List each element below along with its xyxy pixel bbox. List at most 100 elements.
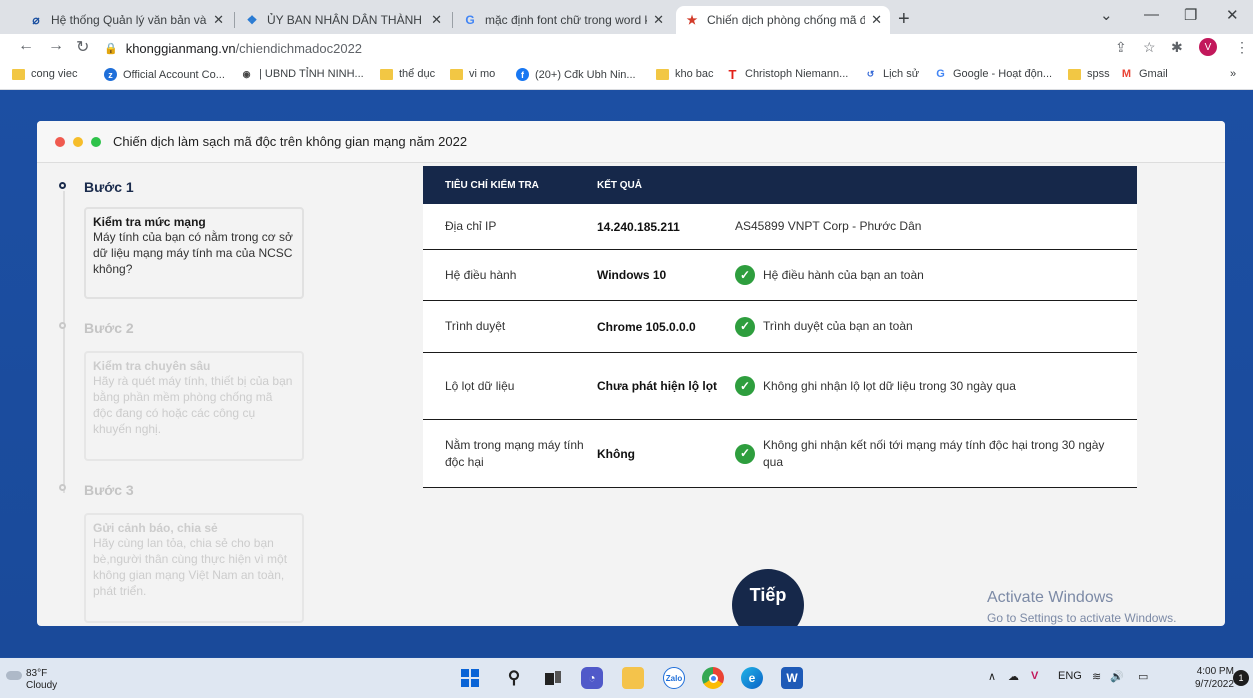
close-icon[interactable]: ✕: [871, 12, 882, 28]
bookmark-item[interactable]: G Google - Hoạt độn...: [934, 68, 1052, 80]
step-1-marker-icon: [59, 182, 66, 189]
new-tab-button[interactable]: +: [898, 8, 910, 31]
edge-icon[interactable]: e: [741, 667, 763, 689]
bookmark-star-icon[interactable]: ☆: [1143, 39, 1156, 56]
bookmark-item[interactable]: M Gmail: [1120, 68, 1168, 80]
word-icon[interactable]: W: [781, 667, 803, 689]
tab-strip: ⌀ Hệ thống Quản lý văn bản và Điề ✕ ❖ ỦY…: [0, 0, 1253, 34]
tab-google-search[interactable]: G mặc định font chữ trong word kh ✕: [454, 6, 672, 34]
bookmark-item[interactable]: kho bac: [656, 68, 714, 80]
result-cell: AS45899 VNPT Corp - Phước Dân: [735, 219, 922, 233]
bookmark-item[interactable]: spss: [1068, 68, 1110, 80]
next-button[interactable]: Tiếp: [732, 569, 804, 626]
search-icon[interactable]: ⚲: [503, 667, 525, 689]
wifi-icon[interactable]: ≋: [1092, 670, 1101, 683]
folder-icon: [12, 68, 25, 80]
chrome-icon[interactable]: [702, 667, 724, 689]
bookmark-item[interactable]: cong viec: [12, 68, 77, 80]
emblem-icon: ❖: [246, 13, 258, 27]
restore-button[interactable]: ❐: [1184, 6, 1197, 24]
step-3-title[interactable]: Bước 3: [84, 482, 134, 498]
criterion-cell: Trình duyệt: [445, 319, 506, 333]
tab-search-icon[interactable]: ⌄: [1100, 6, 1113, 24]
criterion-cell: Địa chỉ IP: [445, 219, 497, 233]
file-explorer-icon[interactable]: [622, 667, 644, 689]
bookmarks-overflow-icon[interactable]: »: [1230, 68, 1236, 80]
step-1-heading: Kiểm tra mức mạng: [93, 215, 206, 229]
step-2-title[interactable]: Bước 2: [84, 320, 134, 336]
tray-chevron-icon[interactable]: ∧: [988, 670, 996, 683]
clock-date: 9/7/2022: [1195, 679, 1234, 690]
tab-malware-campaign[interactable]: ★ Chiến dịch phòng chống mã độc ✕: [676, 6, 890, 34]
forward-icon[interactable]: →: [48, 37, 64, 55]
address-bar[interactable]: 🔒 khonggianmang.vn/chiendichmadoc2022: [104, 36, 1104, 60]
close-icon[interactable]: ✕: [653, 12, 664, 28]
value-cell: Chưa phát hiện lộ lọt: [597, 379, 718, 393]
check-icon: ✓: [735, 265, 755, 285]
globe-icon: ◉: [242, 68, 251, 79]
close-icon[interactable]: ✕: [213, 12, 224, 28]
step-3-heading: Gửi cảnh báo, chia sẻ: [93, 521, 218, 535]
back-icon[interactable]: ←: [18, 37, 34, 55]
taskbar-clock[interactable]: 4:00 PM 9/7/2022: [1195, 665, 1234, 691]
zalo-app-icon[interactable]: Zalo: [663, 667, 685, 689]
result-cell: ✓ Trình duyệt của bạn an toàn: [735, 316, 1137, 337]
criterion-cell: Lộ lọt dữ liệu: [445, 378, 515, 393]
check-icon: ✓: [735, 316, 755, 337]
value-cell: Chrome 105.0.0.0: [597, 319, 696, 334]
bookmark-item[interactable]: T Christoph Niemann...: [726, 66, 849, 82]
close-icon[interactable]: ✕: [431, 12, 442, 28]
watermark-title: Activate Windows: [987, 589, 1114, 606]
history-icon: ↺: [866, 68, 875, 79]
url-host: khonggianmang.vn: [125, 40, 236, 56]
language-indicator[interactable]: ENG: [1058, 670, 1082, 682]
tab-ubnd[interactable]: ❖ ỦY BAN NHÂN DÂN THÀNH PHC ✕: [236, 6, 450, 34]
campaign-card: Chiến dịch làm sạch mã độc trên không gi…: [37, 121, 1225, 626]
folder-icon: [380, 68, 393, 80]
weather-condition: Cloudy: [26, 680, 58, 691]
zalo-icon: z: [104, 68, 117, 81]
extensions-icon[interactable]: ✱: [1171, 39, 1183, 56]
folder-icon: [656, 68, 669, 80]
menu-icon[interactable]: ⋮: [1235, 39, 1249, 56]
yellow-dot-icon: [73, 136, 83, 147]
bookmark-item[interactable]: thể dục: [380, 68, 435, 80]
header-result: KẾT QUẢ: [597, 179, 642, 191]
t-logo-icon: T: [728, 66, 737, 82]
close-window-button[interactable]: ✕: [1226, 6, 1239, 24]
green-dot-icon: [91, 136, 101, 147]
table-row: Địa chỉ IP 14.240.185.211 AS45899 VNPT C…: [423, 204, 1137, 250]
table-row: Lộ lọt dữ liệu Chưa phát hiện lộ lọt ✓ Kh…: [423, 353, 1137, 420]
value-cell: Windows 10: [597, 268, 667, 282]
profile-avatar[interactable]: V: [1199, 38, 1217, 56]
start-icon[interactable]: [459, 667, 481, 689]
antivirus-icon[interactable]: V: [1031, 670, 1038, 682]
weather-widget[interactable]: 83°F Cloudy: [6, 668, 58, 692]
bookmark-item[interactable]: ◉ | UBND TỈNH NINH...: [240, 68, 364, 80]
table-row: Trình duyệt Chrome 105.0.0.0 ✓ Trình duyệ…: [423, 301, 1137, 353]
onedrive-icon[interactable]: ☁: [1008, 670, 1019, 683]
bookmark-item[interactable]: z Official Account Co...: [104, 68, 225, 81]
tab-document-system[interactable]: ⌀ Hệ thống Quản lý văn bản và Điề ✕: [20, 6, 232, 34]
volume-icon[interactable]: 🔊: [1110, 670, 1124, 683]
bookmark-item[interactable]: ↺ Lịch sử: [864, 68, 919, 80]
reload-icon[interactable]: ↻: [76, 37, 89, 57]
chat-icon[interactable]: ◔: [581, 667, 603, 689]
folder-icon: [1068, 68, 1081, 80]
bookmark-item[interactable]: f (20+) Cđk Ubh Nin...: [516, 68, 636, 81]
step-2-heading: Kiểm tra chuyên sâu: [93, 359, 211, 373]
table-row: Nằm trong mạng máy tính độc hại Không ✓ K…: [423, 420, 1137, 488]
red-dot-icon: [55, 136, 65, 147]
star-icon: ★: [686, 13, 698, 27]
lock-icon: 🔒: [104, 42, 118, 55]
minimize-button[interactable]: —: [1144, 6, 1159, 23]
watermark-subtitle: Go to Settings to activate Windows.: [987, 611, 1177, 625]
bookmark-item[interactable]: vi mo: [450, 68, 495, 80]
step-1-title[interactable]: Bước 1: [84, 179, 134, 195]
notification-badge[interactable]: 1: [1233, 670, 1249, 686]
battery-icon[interactable]: ▭: [1138, 670, 1148, 683]
share-icon[interactable]: ⇪: [1115, 39, 1127, 56]
task-view-icon[interactable]: [542, 667, 564, 689]
step-1-text: Máy tính của bạn có nằm trong cơ sở dữ l…: [93, 230, 293, 276]
card-title: Chiến dịch làm sạch mã độc trên không gi…: [113, 134, 468, 149]
